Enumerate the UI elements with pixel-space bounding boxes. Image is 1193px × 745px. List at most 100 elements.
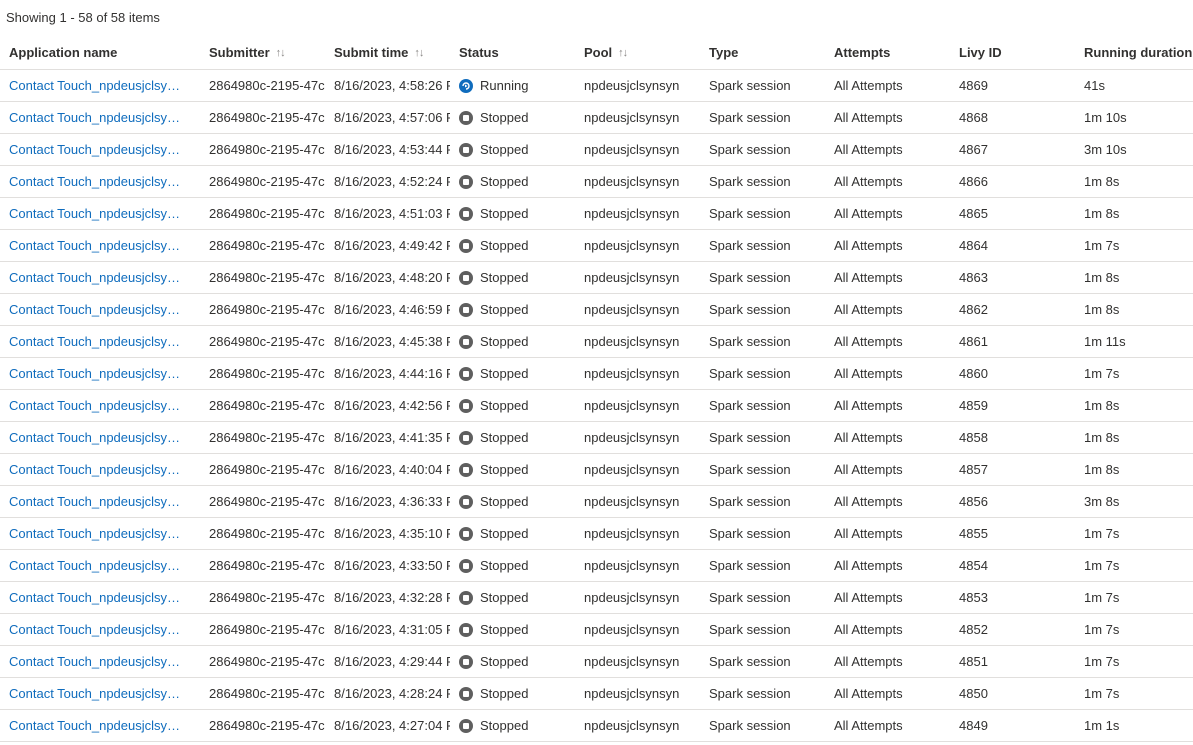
type-cell: Spark session xyxy=(709,302,791,317)
application-name-link[interactable]: Contact Touch_npdeusjclsynsyn xyxy=(9,142,187,157)
table-row[interactable]: Contact Touch_npdeusjclsynsyn 2864980c-21… xyxy=(0,326,1193,358)
table-row[interactable]: Contact Touch_npdeusjclsynsyn 2864980c-21… xyxy=(0,614,1193,646)
application-name-link[interactable]: Contact Touch_npdeusjclsynsyn xyxy=(9,526,187,541)
table-row[interactable]: Contact Touch_npdeusjclsynsyn 2864980c-21… xyxy=(0,262,1193,294)
sort-updown-icon[interactable]: ↑↓ xyxy=(414,47,424,59)
status-cell: Stopped xyxy=(450,430,575,445)
status-cell: Stopped xyxy=(450,526,575,541)
application-name-link[interactable]: Contact Touch_npdeusjclsynsyn xyxy=(9,238,187,253)
column-header-submitter[interactable]: Submitter ↑↓ xyxy=(200,45,325,60)
type-cell: Spark session xyxy=(709,494,791,509)
livy-id-cell: 4857 xyxy=(959,462,988,477)
application-name-link[interactable]: Contact Touch_npdeusjclsynsyn xyxy=(9,558,187,573)
application-name-link[interactable]: Contact Touch_npdeusjclsynsyn xyxy=(9,622,187,637)
attempts-cell: All Attempts xyxy=(834,334,903,349)
livy-id-cell: 4869 xyxy=(959,78,988,93)
column-header-running-duration[interactable]: Running duration xyxy=(1075,45,1193,60)
running-duration-cell: 1m 7s xyxy=(1084,238,1120,253)
table-row[interactable]: Contact Touch_npdeusjclsynsyn 2864980c-21… xyxy=(0,134,1193,166)
application-name-link[interactable]: Contact Touch_npdeusjclsynsyn xyxy=(9,270,187,285)
sort-updown-icon[interactable]: ↑↓ xyxy=(618,47,628,59)
submitter-cell: 2864980c-2195-47c xyxy=(209,654,325,669)
attempts-cell: All Attempts xyxy=(834,526,903,541)
application-name-link[interactable]: Contact Touch_npdeusjclsynsyn xyxy=(9,302,187,317)
running-duration-cell: 1m 7s xyxy=(1084,590,1120,605)
table-row[interactable]: Contact Touch_npdeusjclsynsyn 2864980c-21… xyxy=(0,390,1193,422)
status-label: Stopped xyxy=(480,238,529,253)
table-row[interactable]: Contact Touch_npdeusjclsynsyn 2864980c-21… xyxy=(0,710,1193,742)
type-cell: Spark session xyxy=(709,142,791,157)
running-duration-cell: 1m 8s xyxy=(1084,462,1120,477)
sort-updown-icon[interactable]: ↑↓ xyxy=(276,47,286,59)
column-header-submit-time[interactable]: Submit time ↑↓ xyxy=(325,45,450,60)
table-row[interactable]: Contact Touch_npdeusjclsynsyn 2864980c-21… xyxy=(0,294,1193,326)
submit-time-cell: 8/16/2023, 4:45:38 P xyxy=(334,334,450,349)
application-name-link[interactable]: Contact Touch_npdeusjclsynsyn xyxy=(9,718,187,733)
pool-cell: npdeusjclsynsyn xyxy=(584,526,680,541)
table-row[interactable]: Contact Touch_npdeusjclsynsyn 2864980c-21… xyxy=(0,486,1193,518)
column-header-type[interactable]: Type xyxy=(700,45,825,60)
table-row[interactable]: Contact Touch_npdeusjclsynsyn 2864980c-21… xyxy=(0,454,1193,486)
column-header-status[interactable]: Status xyxy=(450,45,575,60)
livy-id-cell: 4855 xyxy=(959,526,988,541)
application-name-link[interactable]: Contact Touch_npdeusjclsynsyn xyxy=(9,334,187,349)
table-row[interactable]: Contact Touch_npdeusjclsynsyn 2864980c-21… xyxy=(0,518,1193,550)
application-name-link[interactable]: Contact Touch_npdeusjclsynsyn xyxy=(9,462,187,477)
application-name-link[interactable]: Contact Touch_npdeusjclsynsyn xyxy=(9,430,187,445)
submit-time-cell: 8/16/2023, 4:51:03 P xyxy=(334,206,450,221)
column-header-pool[interactable]: Pool ↑↓ xyxy=(575,45,700,60)
stopped-status-icon xyxy=(459,398,473,413)
application-name-link[interactable]: Contact Touch_npdeusjclsynsyn xyxy=(9,78,187,93)
submitter-cell: 2864980c-2195-47c xyxy=(209,270,325,285)
application-name-link[interactable]: Contact Touch_npdeusjclsynsyn xyxy=(9,590,187,605)
status-cell: Stopped xyxy=(450,206,575,221)
application-name-link[interactable]: Contact Touch_npdeusjclsynsyn xyxy=(9,366,187,381)
column-header-livy-id[interactable]: Livy ID xyxy=(950,45,1075,60)
table-row[interactable]: Contact Touch_npdeusjclsynsyn 2864980c-21… xyxy=(0,358,1193,390)
livy-id-cell: 4858 xyxy=(959,430,988,445)
application-name-link[interactable]: Contact Touch_npdeusjclsynsyn xyxy=(9,654,187,669)
pool-cell: npdeusjclsynsyn xyxy=(584,78,680,93)
table-row[interactable]: Contact Touch_npdeusjclsynsyn 2864980c-21… xyxy=(0,70,1193,102)
table-row[interactable]: Contact Touch_npdeusjclsynsyn 2864980c-21… xyxy=(0,198,1193,230)
application-name-link[interactable]: Contact Touch_npdeusjclsynsyn xyxy=(9,494,187,509)
submitter-cell: 2864980c-2195-47c xyxy=(209,558,325,573)
submit-time-cell: 8/16/2023, 4:28:24 P xyxy=(334,686,450,701)
stopped-status-icon xyxy=(459,142,473,157)
table-row[interactable]: Contact Touch_npdeusjclsynsyn 2864980c-21… xyxy=(0,230,1193,262)
submitter-cell: 2864980c-2195-47c xyxy=(209,110,325,125)
application-name-link[interactable]: Contact Touch_npdeusjclsynsyn xyxy=(9,174,187,189)
application-name-link[interactable]: Contact Touch_npdeusjclsynsyn xyxy=(9,686,187,701)
stopped-status-icon xyxy=(459,334,473,349)
application-name-link[interactable]: Contact Touch_npdeusjclsynsyn xyxy=(9,398,187,413)
running-duration-cell: 1m 7s xyxy=(1084,366,1120,381)
attempts-cell: All Attempts xyxy=(834,270,903,285)
pool-cell: npdeusjclsynsyn xyxy=(584,270,680,285)
table-row[interactable]: Contact Touch_npdeusjclsynsyn 2864980c-21… xyxy=(0,678,1193,710)
table-row[interactable]: Contact Touch_npdeusjclsynsyn 2864980c-21… xyxy=(0,422,1193,454)
table-body: Contact Touch_npdeusjclsynsyn 2864980c-21… xyxy=(0,70,1193,742)
column-header-attempts[interactable]: Attempts xyxy=(825,45,950,60)
application-name-link[interactable]: Contact Touch_npdeusjclsynsyn xyxy=(9,110,187,125)
table-row[interactable]: Contact Touch_npdeusjclsynsyn 2864980c-21… xyxy=(0,550,1193,582)
application-name-cell: Contact Touch_npdeusjclsynsyn xyxy=(0,590,200,605)
running-duration-cell: 1m 8s xyxy=(1084,398,1120,413)
table-row[interactable]: Contact Touch_npdeusjclsynsyn 2864980c-21… xyxy=(0,582,1193,614)
column-header-application-name[interactable]: Application name xyxy=(0,45,200,60)
status-cell: Stopped xyxy=(450,654,575,669)
application-name-cell: Contact Touch_npdeusjclsynsyn xyxy=(0,494,200,509)
stopped-status-icon xyxy=(459,430,473,445)
table-row[interactable]: Contact Touch_npdeusjclsynsyn 2864980c-21… xyxy=(0,102,1193,134)
table-row[interactable]: Contact Touch_npdeusjclsynsyn 2864980c-21… xyxy=(0,166,1193,198)
table-row[interactable]: Contact Touch_npdeusjclsynsyn 2864980c-21… xyxy=(0,646,1193,678)
type-cell: Spark session xyxy=(709,654,791,669)
pool-cell: npdeusjclsynsyn xyxy=(584,590,680,605)
application-name-link[interactable]: Contact Touch_npdeusjclsynsyn xyxy=(9,206,187,221)
status-label: Stopped xyxy=(480,366,529,381)
submitter-cell: 2864980c-2195-47c xyxy=(209,206,325,221)
submit-time-cell: 8/16/2023, 4:53:44 P xyxy=(334,142,450,157)
submit-time-cell: 8/16/2023, 4:40:04 P xyxy=(334,462,450,477)
application-name-cell: Contact Touch_npdeusjclsynsyn xyxy=(0,78,200,93)
application-name-cell: Contact Touch_npdeusjclsynsyn xyxy=(0,718,200,733)
status-cell: Stopped xyxy=(450,366,575,381)
